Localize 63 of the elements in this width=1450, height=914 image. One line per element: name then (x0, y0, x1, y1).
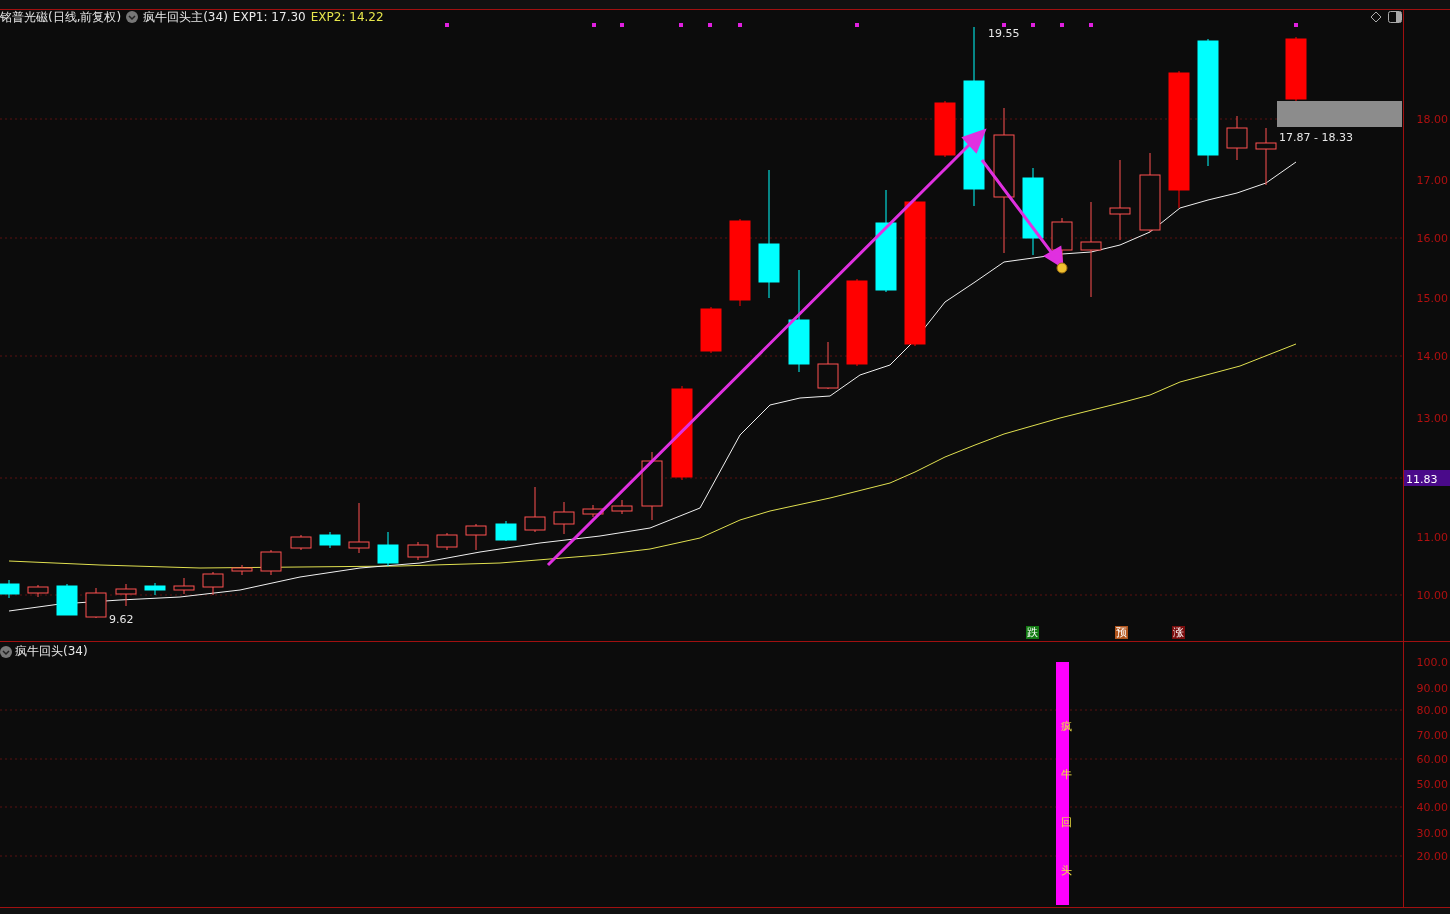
candlestick (465, 523, 487, 551)
candlestick (202, 571, 224, 596)
candlestick (348, 502, 370, 554)
candlestick (377, 531, 399, 567)
candlestick (85, 587, 107, 619)
value-axis-label: 80.00 (1416, 704, 1448, 717)
price-axis-label: 16.00 (1416, 232, 1448, 245)
price-axis-label: 13.00 (1416, 412, 1448, 425)
candlestick (611, 499, 633, 515)
value-axis-label: 60.00 (1416, 753, 1448, 766)
price-axis-label: 15.00 (1416, 292, 1448, 305)
exp2-value: EXP2: 14.22 (310, 10, 384, 24)
candlestick (319, 531, 341, 549)
candlestick (495, 520, 517, 542)
candlestick (231, 564, 253, 576)
high-price-label: 19.55 (988, 27, 1020, 40)
chevron-icon[interactable] (126, 11, 139, 23)
value-axis-label: 40.00 (1416, 801, 1448, 814)
candlestick (700, 306, 722, 354)
current-price-tag: 11.83 (1404, 470, 1450, 486)
candlestick (1226, 115, 1248, 161)
indicator-name: 疯牛回头主(34) (143, 8, 228, 26)
candlestick (260, 549, 282, 576)
candlestick (524, 486, 546, 533)
price-axis-label: 17.00 (1416, 174, 1448, 187)
indicator-title: 疯牛回头(34) (15, 643, 88, 660)
candlestick (144, 582, 166, 596)
value-axis-label: 70.00 (1416, 729, 1448, 742)
chevron-icon[interactable] (0, 645, 12, 658)
candlestick (290, 534, 312, 551)
coin-icon (1056, 262, 1068, 274)
candlestick (56, 583, 78, 616)
candlestick (0, 579, 20, 599)
panel-icon[interactable] (1388, 11, 1402, 23)
value-axis-label: 20.00 (1416, 850, 1448, 863)
candlestick (641, 451, 663, 521)
candlestick (27, 584, 49, 598)
candlestick (553, 501, 575, 535)
candlestick (817, 341, 839, 390)
signal-tag: 涨 (1172, 626, 1185, 639)
candlestick (1255, 127, 1277, 186)
signal-tag: 跌 (1026, 626, 1039, 639)
stock-name: 铭普光磁(日线,前复权) (0, 8, 122, 26)
signal-tag: 预 (1115, 626, 1128, 639)
candlestick (436, 532, 458, 551)
candlestick (1285, 36, 1307, 102)
value-axis-label: 30.00 (1416, 827, 1448, 840)
value-axis-label: 100.0 (1416, 656, 1448, 669)
price-axis-label: 10.00 (1416, 589, 1448, 602)
price-axis-label: 11.00 (1416, 531, 1448, 544)
value-axis-label: 50.00 (1416, 778, 1448, 791)
exp1-value: EXP1: 17.30 (232, 10, 306, 24)
price-axis-label: 14.00 (1416, 350, 1448, 363)
candlestick (582, 504, 604, 518)
candlestick (115, 583, 137, 607)
value-axis-label: 90.00 (1416, 682, 1448, 695)
candlestick (407, 541, 429, 561)
candlestick (934, 100, 956, 158)
price-range-label: 17.87 - 18.33 (1279, 131, 1353, 144)
price-axis-label: 18.00 (1416, 113, 1448, 126)
low-price-label: 9.62 (109, 613, 134, 626)
diamond-icon[interactable] (1370, 11, 1382, 23)
candlestick (173, 577, 195, 595)
